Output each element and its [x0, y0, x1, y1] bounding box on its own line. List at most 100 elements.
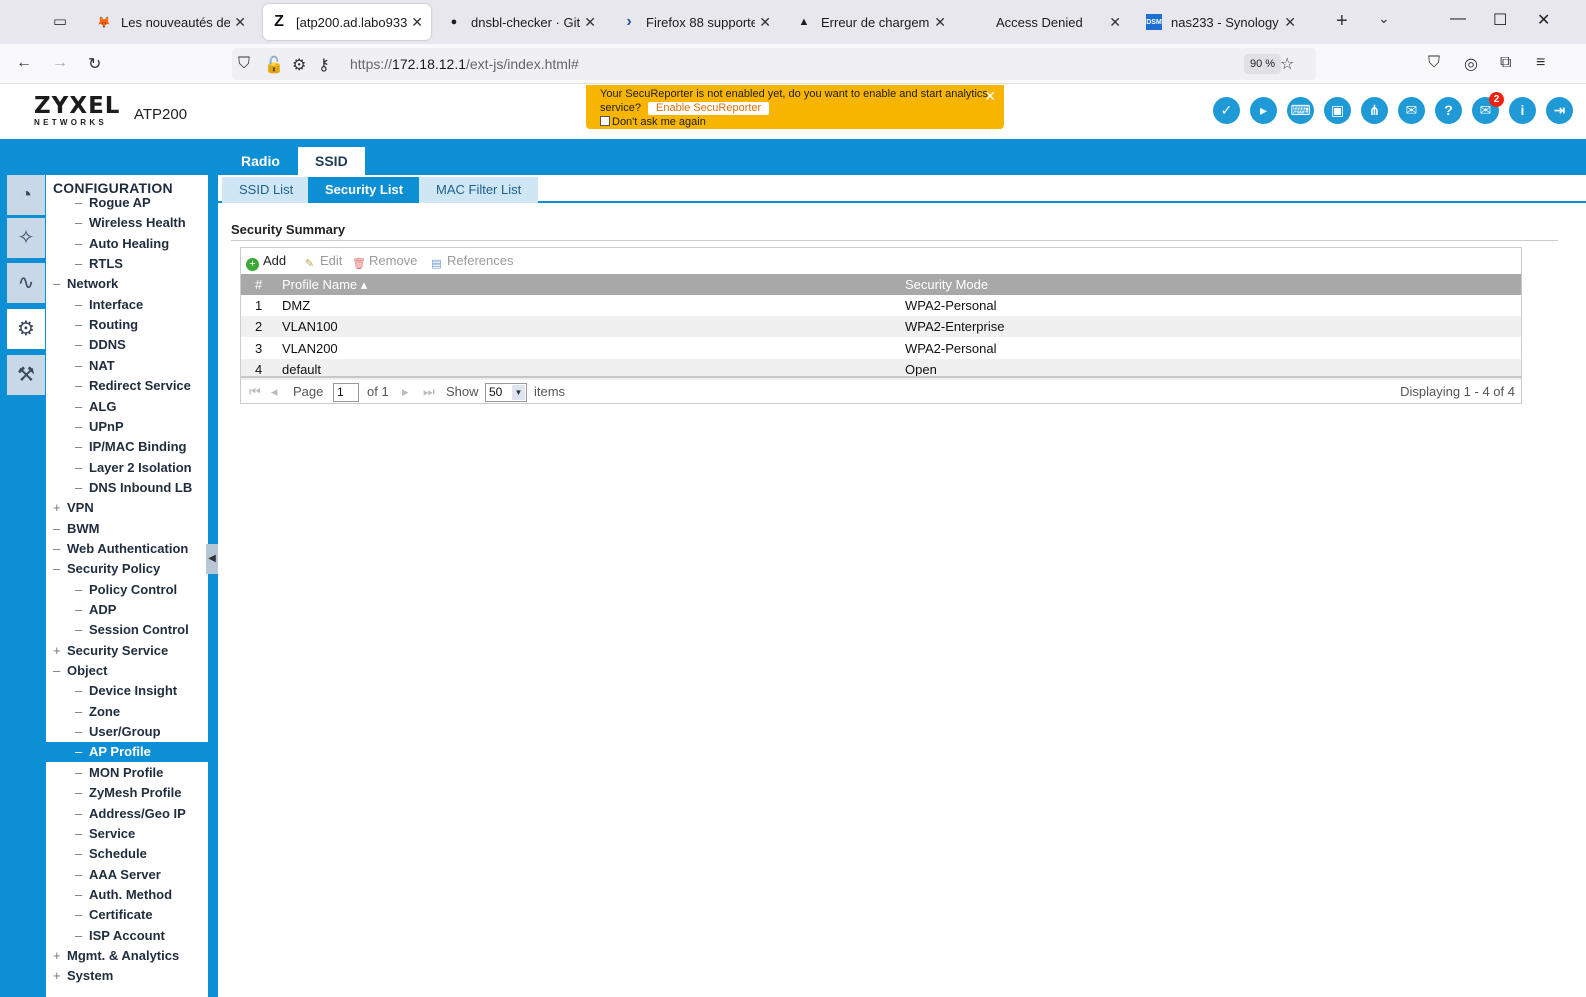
tab-radio[interactable]: Radio — [224, 147, 297, 175]
sidebar-item-adp[interactable]: – ADP — [46, 600, 208, 620]
next-page-icon[interactable]: ▸ — [402, 384, 409, 400]
tab-close-icon[interactable]: ✕ — [759, 14, 771, 31]
sidebar-item-bwm[interactable]: – BWM — [46, 519, 208, 539]
sidebar-item-rtls[interactable]: – RTLS — [46, 254, 208, 274]
new-tab-icon[interactable]: + — [1336, 10, 1348, 33]
browser-window-icon[interactable]: ▣ — [1324, 97, 1351, 124]
help-icon[interactable]: ? — [1435, 97, 1462, 124]
references-button[interactable]: ▤ References — [430, 253, 513, 271]
expand-icon[interactable]: + — [53, 966, 67, 986]
sidebar-item-ip-mac-binding[interactable]: – IP/MAC Binding — [46, 437, 208, 457]
bookmark-star-icon[interactable]: ☆ — [1280, 54, 1294, 74]
maintenance-tools-icon[interactable]: ⚒ — [7, 355, 45, 395]
permissions-icon[interactable]: ⚙ — [292, 55, 306, 75]
info-icon[interactable]: i — [1509, 97, 1536, 124]
sidebar-item-service[interactable]: – Service — [46, 824, 208, 844]
extensions-icon[interactable]: ⧉ — [1500, 54, 1511, 72]
maximize-icon[interactable]: ☐ — [1493, 10, 1507, 30]
messages-icon[interactable]: ✉ 2 — [1472, 92, 1504, 124]
sidebar-item-object[interactable]: – Object — [46, 661, 208, 681]
sidebar-item-device-insight[interactable]: – Device Insight — [46, 681, 208, 701]
tab-close-icon[interactable]: ✕ — [234, 14, 246, 31]
tab-overview-icon[interactable]: ▭ — [48, 10, 72, 34]
tab-close-icon[interactable]: ✕ — [584, 14, 596, 31]
tab-mac-filter-list[interactable]: MAC Filter List — [419, 177, 539, 203]
sidebar-item-isp-account[interactable]: – ISP Account — [46, 926, 208, 946]
sidebar-item-security-service[interactable]: + Security Service — [46, 641, 208, 661]
dashboard-gauge-icon[interactable]: ◔ — [7, 175, 45, 215]
expand-icon[interactable]: + — [53, 641, 67, 661]
sidebar-item-alg[interactable]: – ALG — [46, 397, 208, 417]
sidebar-item-redirect-service[interactable]: – Redirect Service — [46, 376, 208, 396]
browser-tab[interactable]: 🦊 Les nouveautés de Fire✕ — [88, 4, 254, 40]
sidebar-item-routing[interactable]: – Routing — [46, 315, 208, 335]
sidebar-item-auth-method[interactable]: – Auth. Method — [46, 885, 208, 905]
sidebar-item-mgmt-analytics[interactable]: + Mgmt. & Analytics — [46, 946, 208, 966]
list-all-tabs-icon[interactable]: ⌄ — [1378, 10, 1390, 27]
account-icon[interactable]: ◎ — [1464, 54, 1478, 74]
tab-security-list[interactable]: Security List — [308, 177, 421, 203]
browser-tab[interactable]: Access Denied ✕ — [963, 4, 1129, 40]
pocket-icon[interactable]: ⛉ — [1428, 54, 1440, 72]
tab-ssid[interactable]: SSID — [298, 147, 365, 175]
reload-icon[interactable]: ↻ — [88, 54, 101, 74]
column-security-mode[interactable]: Security Mode — [905, 274, 988, 295]
chat-icon[interactable]: ✉ — [1398, 97, 1425, 124]
sidebar-item-system[interactable]: + System — [46, 966, 208, 986]
sidebar-item-aaa-server[interactable]: – AAA Server — [46, 865, 208, 885]
network-tree-icon[interactable]: ⋔ — [1361, 97, 1388, 124]
tab-ssid-list[interactable]: SSID List — [222, 177, 311, 203]
sidebar-item-auto-healing[interactable]: – Auto Healing — [46, 234, 208, 254]
configuration-gear-icon[interactable]: ⚙ — [7, 309, 45, 349]
sidebar-item-nat[interactable]: – NAT — [46, 356, 208, 376]
sidebar-item-dns-inbound-lb[interactable]: – DNS Inbound LB — [46, 478, 208, 498]
url-text[interactable]: https://172.18.12.1/ext-js/index.html# — [350, 56, 579, 72]
sidebar-item-web-authentication[interactable]: – Web Authentication — [46, 539, 208, 559]
column-profile-name[interactable]: Profile Name ▴ — [282, 274, 367, 295]
page-size-select[interactable]: 50 ▼ — [485, 383, 527, 402]
shield-check-icon[interactable]: ✓ — [1213, 97, 1240, 124]
sidebar-item-upnp[interactable]: – UPnP — [46, 417, 208, 437]
table-row[interactable]: 3 VLAN200 WPA2-Personal — [241, 338, 1521, 359]
forward-icon[interactable]: → — [52, 54, 68, 72]
sidebar-item-ap-profile[interactable]: – AP Profile — [46, 742, 208, 763]
zoom-level[interactable]: 90 % — [1244, 54, 1282, 74]
cli-window-icon[interactable]: ⌨ — [1287, 97, 1314, 124]
remove-button[interactable]: 🗑 Remove — [352, 253, 417, 271]
sidebar-item-address-geo-ip[interactable]: – Address/Geo IP — [46, 804, 208, 824]
sidebar-item-vpn[interactable]: + VPN — [46, 498, 208, 518]
page-number-input[interactable]: 1 — [333, 383, 359, 402]
sidebar-item-zymesh-profile[interactable]: – ZyMesh Profile — [46, 783, 208, 803]
logout-icon[interactable]: ⇥ — [1546, 97, 1573, 124]
column-index[interactable]: # — [255, 274, 262, 295]
table-row[interactable]: 2 VLAN100 WPA2-Enterprise — [241, 316, 1521, 338]
browser-tab[interactable]: › Firefox 88 supporte QU✕ — [613, 4, 779, 40]
expand-icon[interactable]: + — [53, 946, 67, 966]
sidebar-item-policy-control[interactable]: – Policy Control — [46, 580, 208, 600]
sidebar-item-ddns[interactable]: – DDNS — [46, 335, 208, 355]
prev-page-icon[interactable]: ◂ — [271, 384, 278, 400]
tab-close-icon[interactable]: ✕ — [411, 14, 423, 31]
browser-tab[interactable]: Z [atp200.ad.labo933.ch]✕ — [263, 4, 431, 40]
console-icon[interactable]: ▸ — [1250, 97, 1277, 124]
tab-close-icon[interactable]: ✕ — [934, 14, 946, 31]
browser-tab[interactable]: DSM nas233 - Synology NAS✕ — [1138, 4, 1304, 40]
expand-icon[interactable]: + — [53, 498, 67, 518]
table-row[interactable]: 1 DMZ WPA2-Personal — [241, 295, 1521, 316]
enable-secureporter-button[interactable]: Enable SecuReporter — [648, 102, 770, 115]
sidebar-item-interface[interactable]: – Interface — [46, 295, 208, 315]
browser-tab[interactable]: ● dnsbl-checker · GitHub✕ — [438, 4, 604, 40]
key-icon[interactable]: ⚷ — [318, 55, 330, 75]
sidebar-item-network[interactable]: – Network — [46, 274, 208, 294]
sidebar-item-session-control[interactable]: – Session Control — [46, 620, 208, 640]
sidebar-item-security-policy[interactable]: – Security Policy — [46, 559, 208, 579]
dont-ask-checkbox[interactable] — [600, 116, 610, 126]
sidebar-item-zone[interactable]: – Zone — [46, 702, 208, 722]
minimize-icon[interactable]: — — [1450, 10, 1466, 28]
sidebar-item-layer-2-isolation[interactable]: – Layer 2 Isolation — [46, 458, 208, 478]
monitor-pulse-icon[interactable]: ∿ — [7, 263, 45, 303]
tab-close-icon[interactable]: ✕ — [1109, 14, 1121, 31]
tab-close-icon[interactable]: ✕ — [1284, 14, 1296, 31]
url-bar[interactable]: ⛉ 🔓 ⚙ ⚷ https://172.18.12.1/ext-js/index… — [232, 48, 1316, 80]
add-button[interactable]: + Add — [246, 253, 286, 271]
